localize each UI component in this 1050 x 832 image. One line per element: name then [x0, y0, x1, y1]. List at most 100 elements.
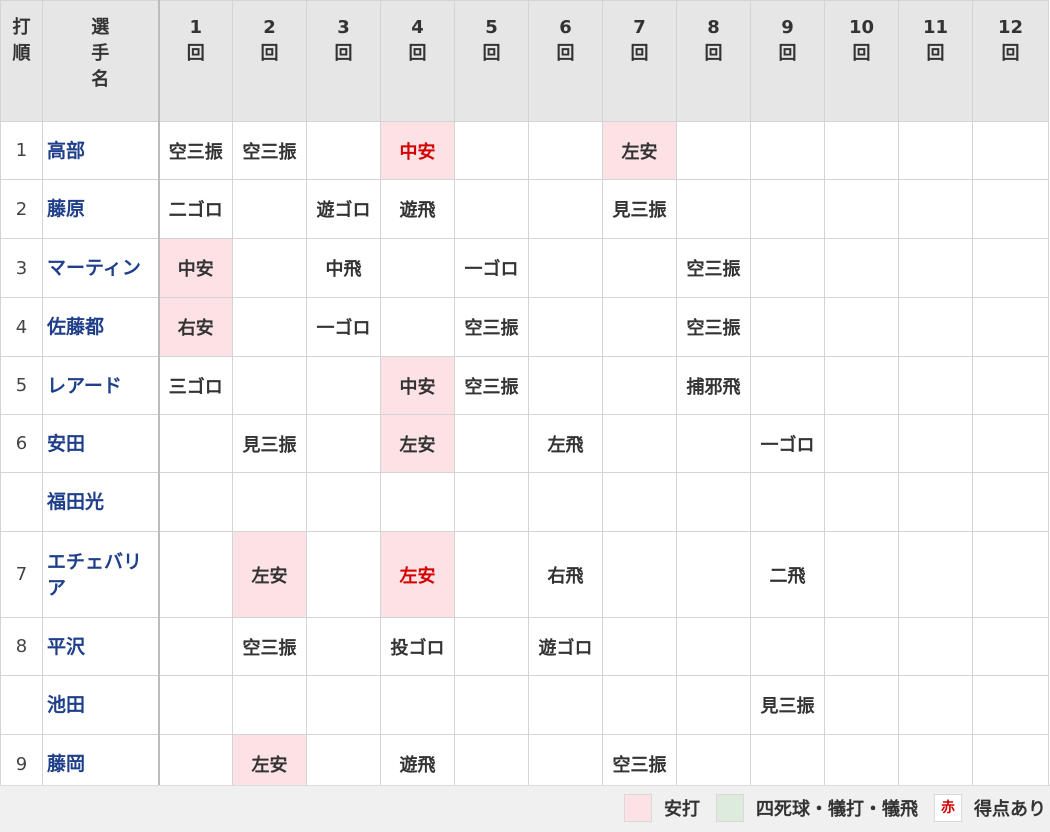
at-bat-result	[306, 617, 381, 676]
at-bat-result	[676, 414, 751, 473]
player-name-link[interactable]: 安田	[42, 414, 159, 473]
at-bat-result	[528, 356, 603, 415]
at-bat-result	[602, 297, 677, 357]
walk-swatch	[716, 794, 744, 822]
player-name-link[interactable]: 池田	[42, 675, 159, 735]
inning-header-2: 2回	[232, 0, 307, 122]
at-bat-result	[528, 121, 603, 180]
player-name-link[interactable]: 佐藤都	[42, 297, 159, 357]
at-bat-result: 遊ゴロ	[528, 617, 603, 676]
at-bat-result	[898, 675, 973, 735]
at-bat-result: 遊飛	[380, 179, 455, 239]
at-bat-result	[824, 297, 899, 357]
at-bat-result: 中安	[380, 121, 455, 180]
at-bat-result	[454, 675, 529, 735]
at-bat-result: 中安	[380, 356, 455, 415]
inning-header-7: 7回	[602, 0, 677, 122]
at-bat-result	[528, 675, 603, 735]
batting-order: 5	[0, 356, 43, 415]
at-bat-result: 二ゴロ	[157, 179, 233, 239]
at-bat-result	[454, 531, 529, 618]
at-bat-result	[750, 238, 825, 298]
at-bat-result: 左安	[380, 414, 455, 473]
at-bat-result	[898, 472, 973, 532]
table-row: 6 安田 見三振 左安 左飛 一ゴロ	[0, 414, 1049, 473]
at-bat-result	[676, 121, 751, 180]
at-bat-result: 中安	[157, 238, 233, 298]
inning-header-6: 6回	[528, 0, 603, 122]
at-bat-result	[824, 472, 899, 532]
inning-header-8: 8回	[676, 0, 751, 122]
hit-swatch	[624, 794, 652, 822]
order-header: 打 順	[0, 0, 43, 122]
player-name-link[interactable]: レアード	[42, 356, 159, 415]
at-bat-result	[676, 675, 751, 735]
table-row: 4 佐藤都 右安 一ゴロ 空三振 空三振	[0, 297, 1049, 357]
scorebook-table: 打 順 選 手 名 1回 2回 3回 4回 5回 6回 7回 8回 9回 10 回…	[0, 0, 1049, 794]
at-bat-result	[750, 179, 825, 239]
at-bat-result: 見三振	[750, 675, 825, 735]
at-bat-result	[972, 675, 1049, 735]
at-bat-result	[972, 472, 1049, 532]
at-bat-result: 左飛	[528, 414, 603, 473]
inning-header-5: 5回	[454, 0, 529, 122]
at-bat-result	[232, 297, 307, 357]
at-bat-result	[972, 297, 1049, 357]
at-bat-result	[306, 472, 381, 532]
table-row: 7 エチェバリア 左安 左安 右飛 二飛	[0, 531, 1049, 618]
inning-header-3: 3回	[306, 0, 381, 122]
at-bat-result: 中飛	[306, 238, 381, 298]
player-name-link[interactable]: マーティン	[42, 238, 159, 298]
at-bat-result	[898, 179, 973, 239]
at-bat-result	[306, 675, 381, 735]
at-bat-result	[306, 531, 381, 618]
at-bat-result	[602, 414, 677, 473]
at-bat-result	[232, 238, 307, 298]
name-header: 選 手 名	[42, 0, 159, 122]
table-row: 5 レアード 三ゴロ 中安 空三振 捕邪飛	[0, 356, 1049, 415]
at-bat-result	[454, 472, 529, 532]
at-bat-result	[157, 531, 233, 618]
player-name-link[interactable]: 福田光	[42, 472, 159, 532]
at-bat-result	[676, 472, 751, 532]
at-bat-result	[750, 617, 825, 676]
at-bat-result	[306, 414, 381, 473]
inning-header-1: 1回	[157, 0, 233, 122]
at-bat-result: 一ゴロ	[454, 238, 529, 298]
header-row: 打 順 選 手 名 1回 2回 3回 4回 5回 6回 7回 8回 9回 10 回…	[0, 0, 1049, 122]
player-name-link[interactable]: 平沢	[42, 617, 159, 676]
at-bat-result	[602, 675, 677, 735]
inning-header-10: 10 回	[824, 0, 899, 122]
player-name-link[interactable]: エチェバリア	[42, 531, 159, 618]
at-bat-result: 空三振	[454, 297, 529, 357]
at-bat-result: 見三振	[602, 179, 677, 239]
at-bat-result	[602, 356, 677, 415]
at-bat-result	[824, 617, 899, 676]
table-row: 2 藤原 二ゴロ 遊ゴロ 遊飛 見三振	[0, 179, 1049, 239]
at-bat-result	[602, 617, 677, 676]
at-bat-result	[824, 414, 899, 473]
at-bat-result: 投ゴロ	[380, 617, 455, 676]
legend-bar: 安打 四死球・犠打・犠飛 赤 得点あり	[0, 785, 1050, 832]
batting-order	[0, 472, 43, 532]
at-bat-result: 左安	[380, 531, 455, 618]
player-name-link[interactable]: 藤原	[42, 179, 159, 239]
at-bat-result	[306, 356, 381, 415]
batting-order: 4	[0, 297, 43, 357]
table-row: 1 高部 空三振 空三振 中安 左安	[0, 121, 1049, 180]
at-bat-result	[824, 675, 899, 735]
at-bat-result	[528, 472, 603, 532]
at-bat-result	[750, 356, 825, 415]
at-bat-result	[602, 531, 677, 618]
at-bat-result	[972, 356, 1049, 415]
at-bat-result	[380, 472, 455, 532]
at-bat-result: 二飛	[750, 531, 825, 618]
at-bat-result	[528, 297, 603, 357]
player-name-link[interactable]: 高部	[42, 121, 159, 180]
at-bat-result	[972, 617, 1049, 676]
batting-order: 6	[0, 414, 43, 473]
at-bat-result	[824, 179, 899, 239]
at-bat-result	[157, 414, 233, 473]
inning-header-11: 11 回	[898, 0, 973, 122]
at-bat-result	[898, 414, 973, 473]
